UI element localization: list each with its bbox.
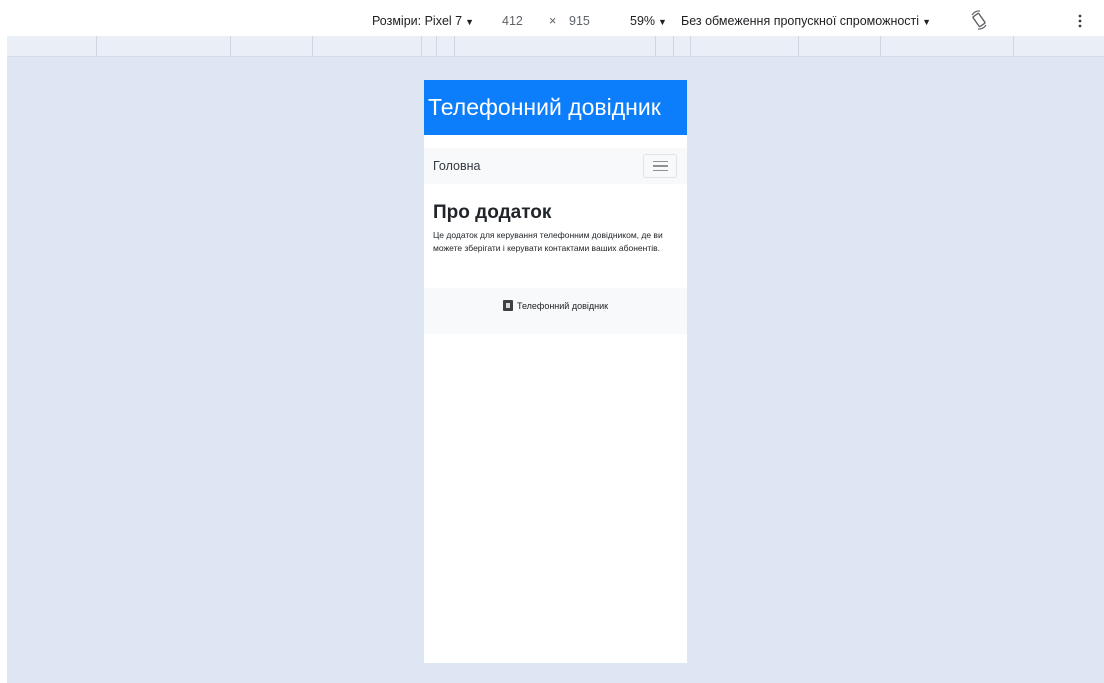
height-input[interactable]: 915 [569,6,590,36]
vertical-dots-icon[interactable] [1075,6,1085,36]
media-query-bar[interactable] [7,36,1104,57]
media-query-segment[interactable] [312,36,313,56]
footer: Телефонний довідник [424,288,687,334]
device-dimensions-label: Розміри: Pixel 7 [372,14,463,28]
zoom-dropdown[interactable]: 59% ▼ [630,6,667,36]
media-query-segment[interactable] [673,36,674,56]
width-input[interactable]: 412 [502,6,523,36]
navbar: Головна [424,148,687,184]
media-query-segment[interactable] [880,36,881,56]
devtools-frame: Розміри: Pixel 7 ▼ 412 × 915 59% ▼ Без обм… [7,6,1104,683]
footer-label: Телефонний довідник [516,301,609,311]
media-query-segment[interactable] [690,36,691,56]
throttling-dropdown[interactable]: Без обмеження пропускної спроможності ▼ [681,6,931,36]
about-title: Про додаток [433,202,552,223]
hamburger-icon[interactable] [643,154,677,178]
device-viewport: Телефонний довідник Головна Про додаток … [424,80,687,663]
media-query-segment[interactable] [798,36,799,56]
dropdown-arrow-icon: ▼ [658,17,667,27]
device-dimensions-dropdown[interactable]: Розміри: Pixel 7 ▼ [372,6,474,36]
dropdown-arrow-icon: ▼ [922,17,931,27]
hamburger-line [652,160,668,163]
throttling-label: Без обмеження пропускної спроможності [681,14,920,28]
hamburger-line [652,169,668,172]
dropdown-arrow-icon: ▼ [465,17,475,27]
hamburger-line [652,165,668,167]
media-query-segment[interactable] [454,36,455,56]
media-query-segment[interactable] [655,36,656,56]
media-query-segment[interactable] [421,36,422,56]
times-sign: × [549,14,557,28]
app-header-title: Телефонний довідник [424,80,687,135]
media-query-segment[interactable] [436,36,437,56]
zoom-label: 59% [630,14,656,28]
rotate-icon[interactable] [969,6,989,36]
phone-book-icon [502,300,513,312]
about-text: Це додаток для керування телефонним дові… [433,230,663,253]
media-query-segment[interactable] [230,36,231,56]
device-toolbar: Розміри: Pixel 7 ▼ 412 × 915 59% ▼ Без обм… [7,6,1104,36]
media-query-segment[interactable] [1013,36,1014,56]
nav-home-link[interactable]: Головна [433,148,481,184]
about-section: Про додаток Це додаток для керування тел… [424,184,687,255]
media-query-segment[interactable] [96,36,97,56]
